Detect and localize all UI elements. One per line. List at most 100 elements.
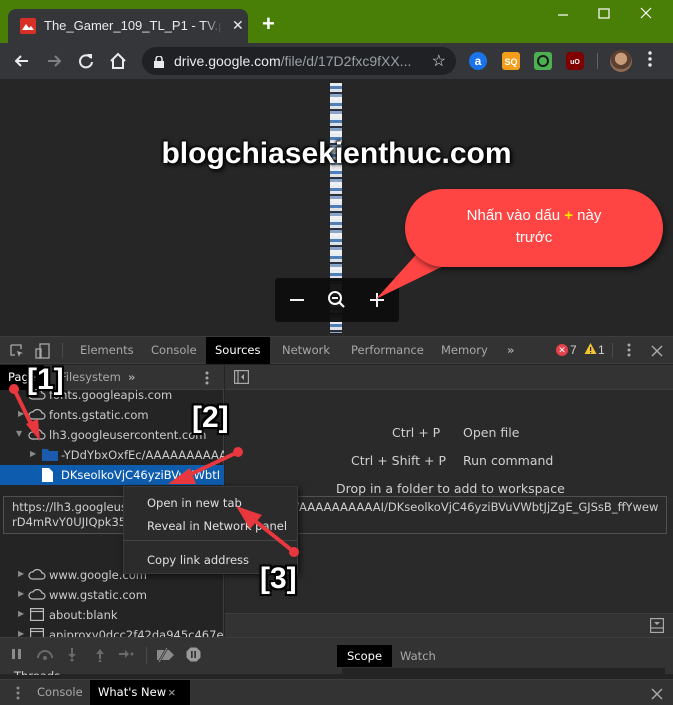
debugger-toolbar: Threads	[0, 637, 335, 675]
url-text: drive.google.com/file/d/17D2fxc9fXX...	[174, 53, 411, 69]
debugger-divider	[146, 647, 147, 664]
back-button[interactable]	[11, 50, 33, 72]
tree-label: fonts.googleapis.com	[49, 388, 173, 402]
image-viewer: blogchiasekienthuc.com Nhấn vào dấu + nà…	[0, 79, 673, 336]
window-titlebar: The_Gamer_109_TL_P1 - TV.png - Google Dr…	[0, 0, 673, 43]
reload-button[interactable]	[75, 50, 97, 72]
minimize-button[interactable]	[556, 6, 570, 23]
step-icon[interactable]	[119, 648, 135, 663]
tab-close-icon[interactable]: ✕	[232, 17, 244, 33]
toggle-navigator-icon[interactable]	[234, 370, 250, 389]
scope-content	[342, 668, 665, 675]
svg-text:SQ: SQ	[504, 57, 517, 67]
drawer-tab-console[interactable]: Console	[29, 680, 91, 705]
tooltip-line2: rD4mRvY0UJIQpk35vQ	[12, 515, 142, 529]
tree-item-image-file[interactable]: DKseolkoVjC46yziBVuVWbtI	[0, 465, 224, 485]
shortcut-keys-run-command: Ctrl + Shift + P	[351, 453, 447, 468]
menu-item-open-in-new-tab[interactable]: Open in new tab	[147, 496, 242, 510]
devtools-menu-icon[interactable]	[627, 343, 631, 362]
address-bar[interactable]: drive.google.com/file/d/17D2fxc9fXX... ☆	[142, 47, 456, 75]
collapse-arrow-icon[interactable]: ▼	[16, 429, 22, 438]
svg-text:uO: uO	[570, 59, 580, 66]
expand-arrow-icon[interactable]: ▶	[18, 589, 24, 598]
cloud-icon	[28, 408, 46, 423]
tree-item-fonts-gstatic[interactable]: ▶ fonts.gstatic.com	[0, 405, 224, 425]
browser-toolbar: drive.google.com/file/d/17D2fxc9fXX... ☆…	[0, 43, 673, 115]
expand-arrow-icon[interactable]: ▶	[18, 609, 24, 618]
tab-watch[interactable]: Watch	[390, 645, 446, 667]
extension-sq-icon[interactable]: SQ	[502, 52, 520, 70]
shortcut-action-open-file: Open file	[463, 425, 520, 440]
zoom-reset-icon[interactable]	[324, 287, 350, 313]
inspect-element-icon[interactable]	[9, 343, 25, 359]
threads-label: Threads	[14, 669, 60, 675]
shortcut-keys-open-file: Ctrl + P	[392, 425, 441, 440]
extension-a-icon[interactable]: a	[469, 52, 487, 70]
zoom-out-button[interactable]	[284, 287, 310, 313]
callout-text: Nhấn vào dấu + này trước	[405, 205, 663, 249]
devtools-close-icon[interactable]	[651, 344, 663, 362]
error-count[interactable]: 7	[570, 343, 577, 357]
image-file-icon	[20, 18, 36, 34]
tree-item-www-gstatic[interactable]: ▶ www.gstatic.com	[0, 585, 224, 605]
cloud-icon	[28, 428, 46, 443]
step-over-icon[interactable]	[36, 648, 54, 663]
pause-icon[interactable]	[11, 648, 23, 663]
more-tabs-button[interactable]: »	[498, 337, 523, 364]
toggle-debugger-icon[interactable]	[650, 618, 665, 638]
pause-on-exceptions-icon[interactable]	[186, 647, 201, 665]
tree-item-folder[interactable]: ▶ -YDdYbxOxfEc/AAAAAAAAAAI	[0, 445, 224, 465]
warning-icon[interactable]	[584, 342, 597, 360]
tab-elements[interactable]: Elements	[71, 337, 143, 364]
browser-menu-icon[interactable]	[646, 51, 654, 67]
step-out-icon[interactable]	[95, 648, 105, 665]
deactivate-breakpoints-icon[interactable]	[155, 647, 175, 665]
warning-count[interactable]: 1	[598, 343, 605, 357]
tab-network[interactable]: Network	[273, 337, 339, 364]
forward-button[interactable]	[43, 50, 65, 72]
frame-icon	[30, 608, 45, 624]
drop-folder-hint: Drop in a folder to add to workspace	[336, 481, 565, 496]
drawer-menu-icon[interactable]	[16, 686, 20, 705]
tree-item-about-blank[interactable]: ▶ about:blank	[0, 605, 224, 625]
callout-text-after: này	[572, 207, 602, 224]
tree-item-lh3-googleusercontent[interactable]: ▼ lh3.googleusercontent.com	[0, 425, 224, 445]
tab-console[interactable]: Console	[142, 337, 206, 364]
tab-memory[interactable]: Memory	[432, 337, 497, 364]
menu-item-copy-link-address[interactable]: Copy link address	[147, 553, 249, 567]
devtools-tabbar: Elements Console Sources Network Perform…	[0, 337, 673, 364]
editor-footer	[225, 613, 673, 637]
screenshot-root: The_Gamer_109_TL_P1 - TV.png - Google Dr…	[0, 0, 673, 705]
drawer-tab-close-icon[interactable]: ×	[168, 685, 176, 700]
expand-arrow-icon[interactable]: ▶	[30, 449, 36, 458]
extension-green-icon[interactable]	[534, 52, 552, 70]
device-toolbar-icon[interactable]	[35, 343, 51, 359]
callout-bubble: Nhấn vào dấu + này trước	[405, 189, 663, 267]
devtools-drawer: Console What's New ×	[0, 679, 673, 705]
cloud-icon	[28, 588, 46, 603]
tab-sources[interactable]: Sources	[206, 337, 270, 364]
tooltip-line1: https://lh3.googleusercontent.com/-YDdYb…	[12, 500, 658, 514]
new-tab-button[interactable]: +	[262, 13, 275, 35]
browser-tab[interactable]: The_Gamer_109_TL_P1 - TV.png - Google Dr…	[8, 9, 248, 43]
error-icon[interactable]: ✕	[556, 344, 568, 356]
maximize-button[interactable]	[597, 6, 611, 23]
cloud-icon	[28, 568, 46, 583]
menu-item-reveal-in-network[interactable]: Reveal in Network panel	[147, 519, 287, 533]
step-into-icon[interactable]	[67, 648, 77, 665]
drawer-close-icon[interactable]	[651, 687, 663, 705]
toolbar-divider	[597, 53, 598, 69]
annotation-step-3: [3]	[260, 562, 297, 595]
tab-scope[interactable]: Scope	[337, 645, 393, 667]
home-button[interactable]	[107, 50, 129, 72]
expand-arrow-icon[interactable]: ▶	[18, 409, 24, 418]
close-window-button[interactable]	[639, 6, 653, 23]
editor-tabbar	[225, 365, 673, 390]
annotation-step-2: [2]	[192, 401, 229, 434]
expand-arrow-icon[interactable]: ▶	[18, 569, 24, 578]
ublock-origin-icon[interactable]: uO	[566, 52, 584, 70]
tab-performance[interactable]: Performance	[342, 337, 433, 364]
file-icon	[42, 468, 53, 485]
profile-avatar[interactable]	[610, 50, 632, 72]
bookmark-star-icon[interactable]: ☆	[432, 51, 446, 71]
